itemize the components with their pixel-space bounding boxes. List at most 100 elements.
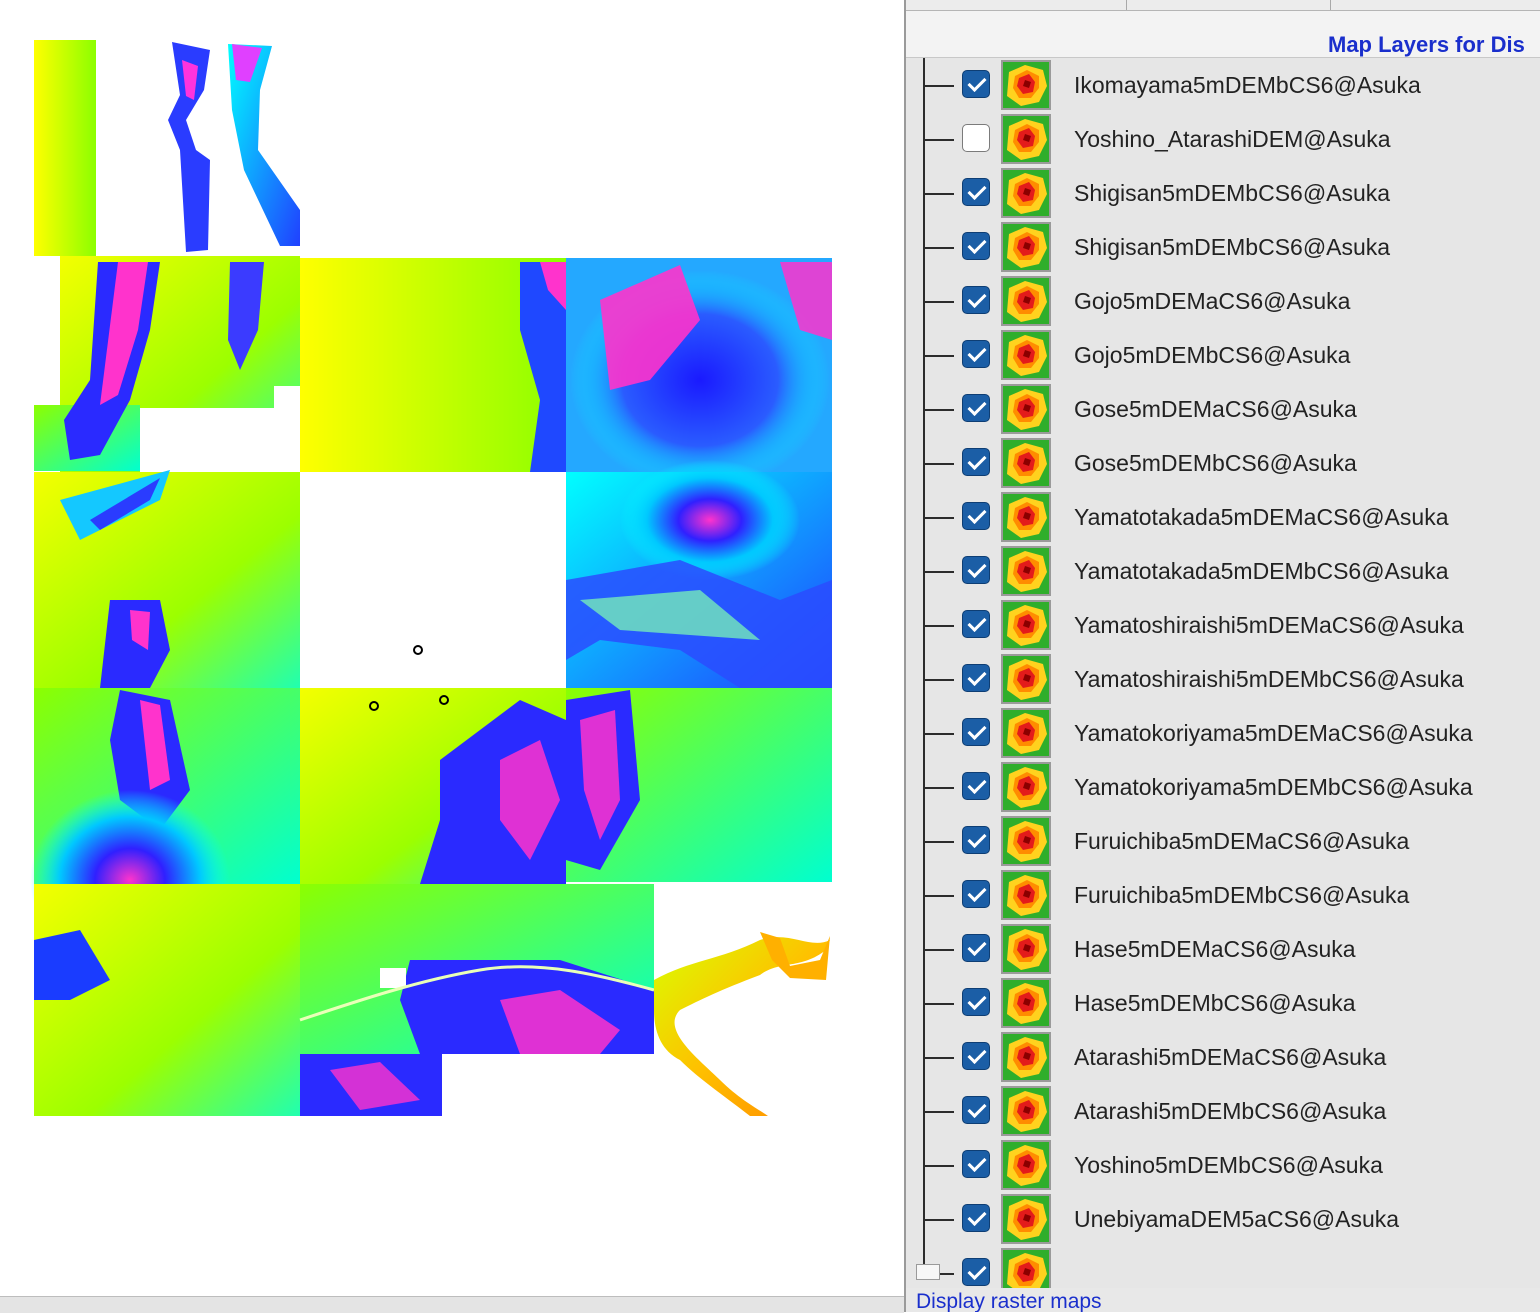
layer-row[interactable]: Yamatotakada5mDEMbCS6@Asuka [906,544,1540,598]
layer-manager-panel: Map Layers for Dis Ikomayama5mDEMbCS6@As… [904,0,1540,1312]
layer-visibility-checkbox[interactable] [962,448,990,476]
layer-visibility-checkbox[interactable] [962,610,990,638]
layer-visibility-checkbox[interactable] [962,1096,990,1124]
layer-name: Yamatoshiraishi5mDEMbCS6@Asuka [1074,666,1464,692]
layer-name: Gose5mDEMaCS6@Asuka [1074,396,1357,422]
layer-row[interactable]: Yamatoshiraishi5mDEMbCS6@Asuka [906,652,1540,706]
raster-map-icon [1001,384,1051,434]
tree-branch-line [924,463,954,465]
layer-row[interactable]: Yamatotakada5mDEMaCS6@Asuka [906,490,1540,544]
layer-visibility-checkbox[interactable] [962,772,990,800]
tab-separator [1126,0,1127,10]
layer-row[interactable]: Yoshino5mDEMbCS6@Asuka [906,1138,1540,1192]
tree-branch-line [924,1111,954,1113]
layer-row[interactable]: Shigisan5mDEMbCS6@Asuka [906,166,1540,220]
tree-branch-line [924,1003,954,1005]
panel-header: Map Layers for Dis [906,11,1540,58]
layer-name: Yamatokoriyama5mDEMaCS6@Asuka [1074,720,1473,746]
layer-name: Furuichiba5mDEMbCS6@Asuka [1074,882,1410,908]
raster-map-icon [1001,708,1051,758]
layer-visibility-checkbox[interactable] [962,718,990,746]
layer-row[interactable]: Gojo5mDEMaCS6@Asuka [906,274,1540,328]
layer-name: Shigisan5mDEMbCS6@Asuka [1074,180,1391,206]
layer-name: Hase5mDEMbCS6@Asuka [1074,990,1356,1016]
tree-branch-line [924,625,954,627]
layer-visibility-checkbox[interactable] [962,1042,990,1070]
layer-name: Yamatokoriyama5mDEMbCS6@Asuka [1074,774,1473,800]
panel-title: Map Layers for Dis [1328,32,1525,57]
tree-branch-line [924,949,954,951]
layer-name: Ikomayama5mDEMbCS6@Asuka [1074,72,1421,98]
tree-node-handle[interactable] [916,1264,940,1280]
layer-visibility-checkbox[interactable] [962,502,990,530]
raster-map-icon [1001,438,1051,488]
layer-visibility-checkbox[interactable] [962,1150,990,1178]
layer-visibility-checkbox[interactable] [962,826,990,854]
layer-visibility-checkbox[interactable] [962,664,990,692]
layer-name: Furuichiba5mDEMaCS6@Asuka [1074,828,1410,854]
tree-branch-line [924,571,954,573]
layer-visibility-checkbox[interactable] [962,1258,990,1286]
layer-row[interactable]: Furuichiba5mDEMaCS6@Asuka [906,814,1540,868]
display-raster-maps-link[interactable]: Display raster maps [916,1290,1102,1312]
layer-row[interactable]: Shigisan5mDEMbCS6@Asuka [906,220,1540,274]
layer-row[interactable]: Yoshino_AtarashiDEM@Asuka [906,112,1540,166]
layer-row[interactable]: Gose5mDEMbCS6@Asuka [906,436,1540,490]
tab-separator [1330,0,1331,10]
raster-map-icon [1001,924,1051,974]
tree-branch-line [924,841,954,843]
layer-visibility-checkbox[interactable] [962,394,990,422]
map-display[interactable] [0,0,904,1298]
layer-row[interactable]: Ikomayama5mDEMbCS6@Asuka [906,58,1540,112]
layer-visibility-checkbox[interactable] [962,1204,990,1232]
raster-map-icon [1001,1032,1051,1082]
tree-branch-line [924,895,954,897]
layer-row[interactable]: Furuichiba5mDEMbCS6@Asuka [906,868,1540,922]
tree-branch-line [924,1057,954,1059]
raster-map-icon [1001,222,1051,272]
layer-name: Gojo5mDEMaCS6@Asuka [1074,288,1351,314]
tree-branch-line [924,517,954,519]
layer-visibility-checkbox[interactable] [962,340,990,368]
layer-row[interactable]: Atarashi5mDEMaCS6@Asuka [906,1030,1540,1084]
layer-row[interactable]: Gose5mDEMaCS6@Asuka [906,382,1540,436]
raster-map-icon [1001,1194,1051,1244]
layer-row[interactable]: Gojo5mDEMbCS6@Asuka [906,328,1540,382]
layer-visibility-checkbox[interactable] [962,556,990,584]
tree-branch-line [924,1165,954,1167]
layer-row[interactable]: Hase5mDEMaCS6@Asuka [906,922,1540,976]
panel-tab-strip [906,0,1540,11]
layer-visibility-checkbox[interactable] [962,988,990,1016]
layer-name: Shigisan5mDEMbCS6@Asuka [1074,234,1391,260]
tree-branch-line [924,355,954,357]
raster-map-icon [1001,546,1051,596]
layer-name: Gose5mDEMbCS6@Asuka [1074,450,1357,476]
layer-visibility-checkbox[interactable] [962,286,990,314]
tree-branch-line [924,1219,954,1221]
raster-map-icon [1001,492,1051,542]
layer-row[interactable]: Atarashi5mDEMbCS6@Asuka [906,1084,1540,1138]
layer-row[interactable]: Hase5mDEMbCS6@Asuka [906,976,1540,1030]
layer-name: Atarashi5mDEMbCS6@Asuka [1074,1098,1387,1124]
tree-branch-line [924,193,954,195]
layer-visibility-checkbox[interactable] [962,70,990,98]
raster-map-icon [1001,654,1051,704]
layer-row[interactable]: Yamatokoriyama5mDEMaCS6@Asuka [906,706,1540,760]
raster-map-icon [1001,1140,1051,1190]
layer-name: Gojo5mDEMbCS6@Asuka [1074,342,1351,368]
layer-visibility-checkbox[interactable] [962,880,990,908]
layer-row[interactable]: Yamatokoriyama5mDEMbCS6@Asuka [906,760,1540,814]
layer-visibility-checkbox[interactable] [962,934,990,962]
map-status-bar [0,1296,904,1313]
layer-name: UnebiyamaDEM5aCS6@Asuka [1074,1206,1400,1232]
layer-visibility-checkbox[interactable] [962,124,990,152]
raster-map-icon [1001,114,1051,164]
layer-visibility-checkbox[interactable] [962,178,990,206]
tree-branch-line [924,733,954,735]
layer-tree[interactable]: Ikomayama5mDEMbCS6@Asuka Yoshino_Atarashi… [906,58,1540,1298]
layer-row[interactable]: Yamatoshiraishi5mDEMaCS6@Asuka [906,598,1540,652]
tree-branch-line [924,247,954,249]
layer-row[interactable]: UnebiyamaDEM5aCS6@Asuka [906,1192,1540,1246]
layer-visibility-checkbox[interactable] [962,232,990,260]
layer-name: Hase5mDEMaCS6@Asuka [1074,936,1356,962]
